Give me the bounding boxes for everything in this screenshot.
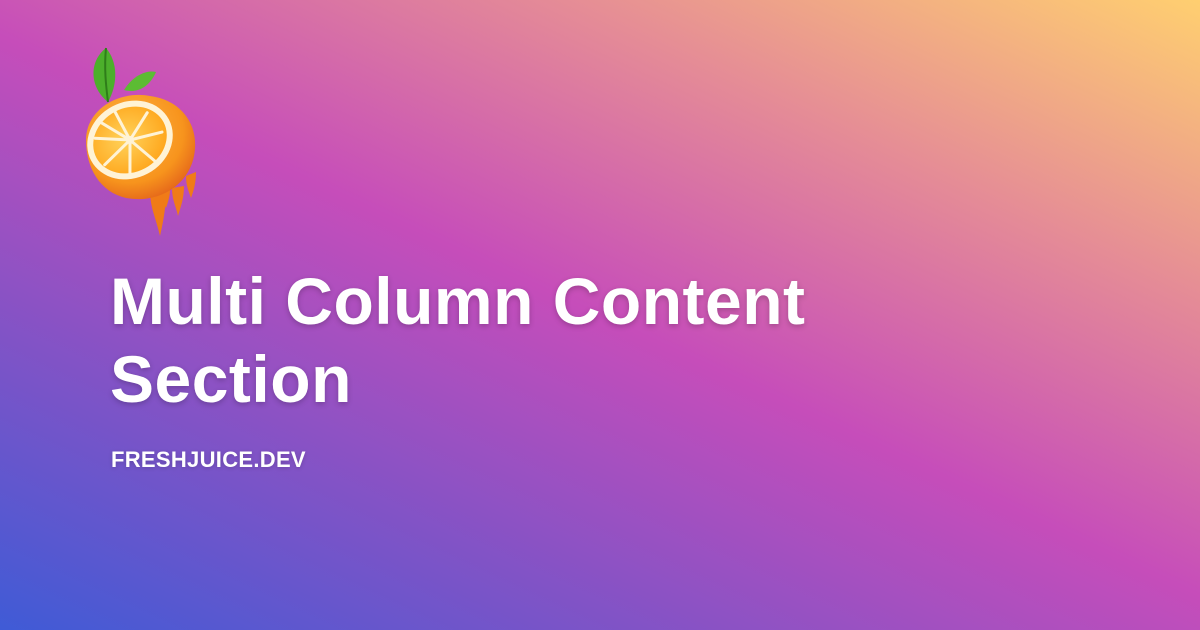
site-domain-label: FRESHJUICE.DEV (111, 447, 306, 472)
orange-logo-icon (78, 40, 208, 240)
page-title: Multi Column Content Section (110, 264, 806, 416)
